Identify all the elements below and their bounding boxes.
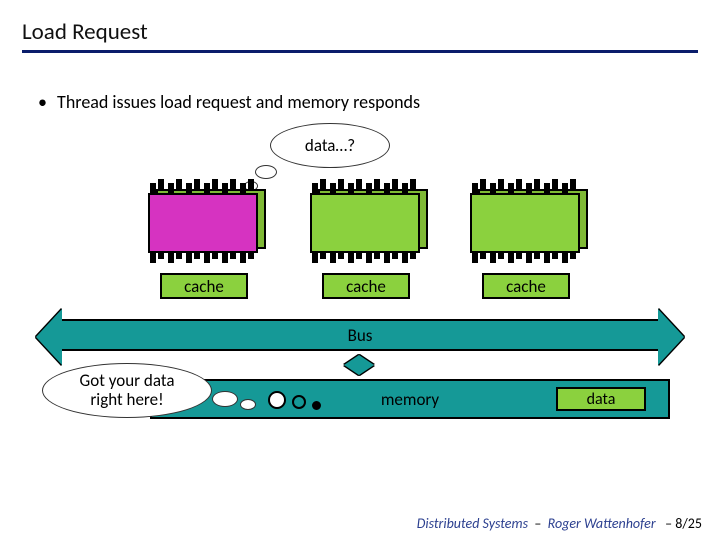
reply-line2: right here!	[90, 391, 163, 410]
diagram: data…? cache cache cache Bus memory data…	[0, 123, 720, 463]
data-box: data	[556, 387, 646, 411]
arrow-left-icon	[36, 309, 62, 365]
memory-label: memory	[381, 389, 439, 410]
cloud-bubble-icon	[255, 165, 277, 179]
bus-bar: Bus	[60, 319, 660, 351]
footer: Distributed Systems – Roger Wattenhofer …	[417, 515, 702, 532]
thought-cloud-reply: Got your data right here!	[42, 363, 212, 418]
footer-course: Distributed Systems	[417, 515, 528, 532]
title-rule	[22, 50, 698, 53]
bus-memory-arrow-icon	[344, 355, 374, 375]
processor-chip-idle	[470, 193, 580, 253]
cloud-bubble-icon	[212, 391, 238, 407]
footer-author: Roger Wattenhofer	[548, 515, 656, 532]
reply-line1: Got your data	[80, 372, 175, 391]
processor-chip-idle	[310, 193, 420, 253]
cache-box: cache	[160, 273, 248, 299]
thought-cloud-question: data…?	[270, 123, 390, 168]
cloud-bubble-icon	[240, 399, 256, 410]
cache-box: cache	[482, 273, 570, 299]
dot-icon	[312, 401, 321, 410]
arrow-right-icon	[658, 309, 684, 365]
processor-chip-active	[148, 193, 258, 253]
dot-icon	[292, 395, 306, 409]
cache-box: cache	[322, 273, 410, 299]
footer-page: 8/25	[675, 515, 702, 532]
bullet-text: Thread issues load request and memory re…	[0, 59, 720, 113]
dot-icon	[268, 391, 286, 409]
page-title: Load Request	[22, 18, 698, 46]
bus-label: Bus	[348, 325, 373, 346]
